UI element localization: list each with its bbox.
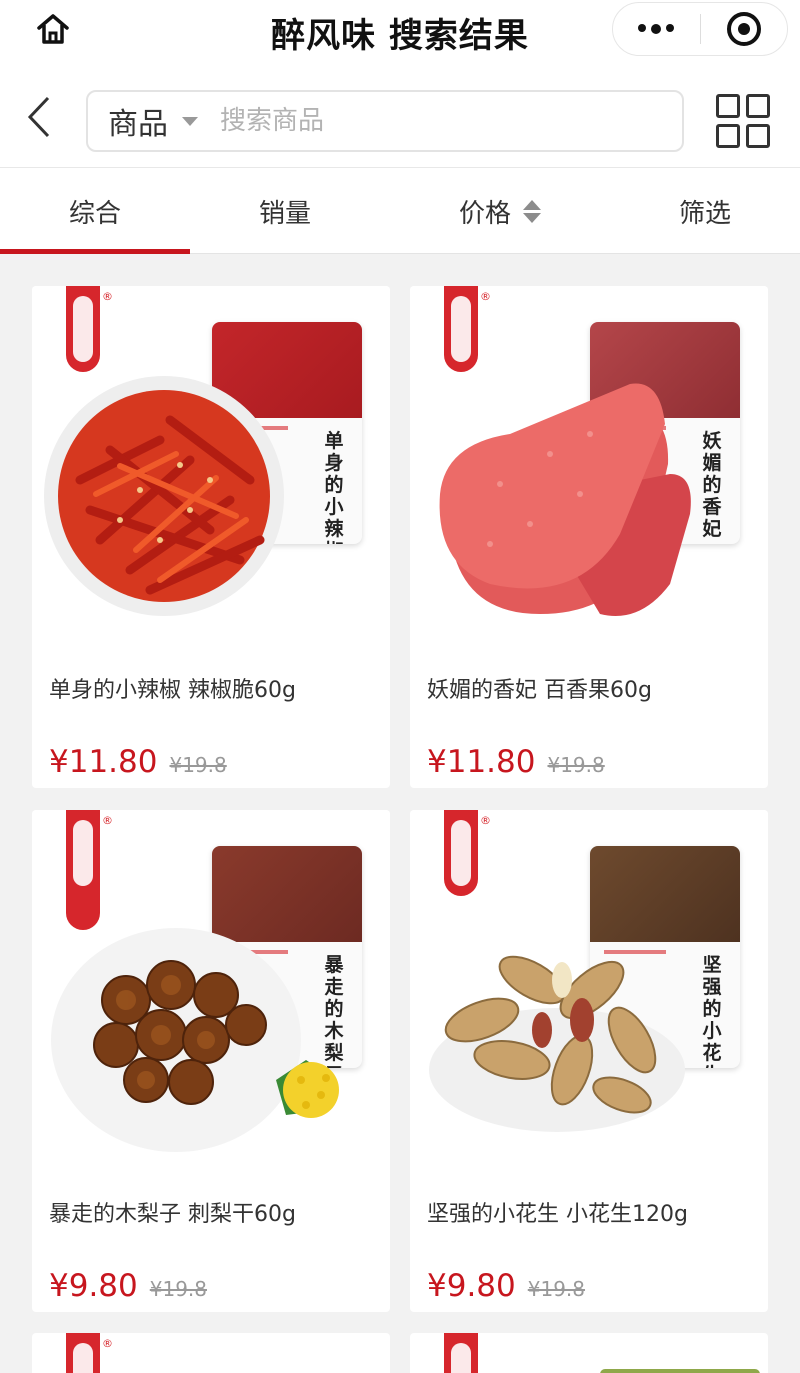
tab-label: 价格 (458, 198, 511, 229)
package-label: 坚强的小花生 (702, 954, 722, 1068)
close-mini-program-button[interactable] (701, 3, 788, 55)
product-card[interactable]: ® 单身的小辣椒 单身的小辣椒 辣椒脆60g (32, 286, 390, 788)
brand-logo (66, 1333, 100, 1373)
tab-label: 筛选 (678, 198, 731, 229)
registered-mark: ® (480, 814, 491, 827)
caret-down-icon[interactable] (182, 116, 198, 126)
product-card[interactable]: ® 妖媚的香妃 妖媚的香妃 百香果60g ¥11.80 ¥19.8 (410, 286, 768, 788)
price-row: ¥9.80 ¥19.8 (49, 1268, 207, 1304)
package-label: 单身的小辣椒 (324, 430, 344, 544)
tab-filter[interactable]: 筛选 (610, 168, 800, 254)
original-price: ¥19.8 (169, 753, 227, 777)
tab-comprehensive[interactable]: 综合 (0, 168, 190, 254)
price-row: ¥11.80 ¥19.8 (427, 744, 605, 780)
dried-fruit-image (439, 383, 691, 616)
product-name[interactable]: 单身的小辣椒 辣椒脆60g (49, 672, 296, 704)
product-price: ¥9.80 (49, 1268, 138, 1304)
original-price: ¥19.8 (149, 1277, 208, 1301)
target-icon (726, 12, 761, 46)
product-image-edge (600, 1369, 760, 1373)
brand-logo (444, 1333, 478, 1373)
mini-program-capsule (612, 2, 788, 56)
product-name[interactable]: 坚强的小花生 小花生120g (427, 1196, 688, 1228)
product-price: ¥11.80 (427, 744, 536, 780)
sort-arrows-icon (523, 199, 541, 223)
grid-cell (746, 124, 770, 148)
registered-mark: ® (102, 290, 113, 303)
registered-mark: ® (102, 1337, 113, 1350)
brand-logo (444, 810, 478, 896)
product-card[interactable] (410, 1333, 768, 1373)
chili-plate-image (44, 376, 284, 616)
peanuts-bowl-image (429, 955, 685, 1132)
product-price: ¥11.80 (49, 744, 158, 780)
sort-tabs: 综合 销量 价格 筛选 (0, 168, 800, 254)
grid-view-button[interactable] (716, 94, 772, 150)
back-arrow-icon[interactable] (22, 94, 58, 140)
tab-price[interactable]: 价格 (400, 168, 600, 254)
product-name[interactable]: 妖媚的香妃 百香果60g (427, 672, 652, 704)
tab-label: 综合 (68, 198, 121, 229)
product-image: ® 妖媚的香妃 (410, 286, 768, 644)
active-tab-indicator (0, 249, 190, 254)
tab-sales[interactable]: 销量 (190, 168, 380, 254)
registered-mark: ® (480, 290, 491, 303)
search-box: 商品 (86, 90, 684, 152)
price-row: ¥9.80 ¥19.8 (427, 1268, 585, 1304)
grid-cell (746, 94, 770, 118)
price-row: ¥11.80 ¥19.8 (49, 744, 227, 780)
product-image: ® 暴走的木梨子 (32, 810, 390, 1168)
dried-fruit-plate-image (51, 928, 339, 1152)
product-card[interactable]: ® 坚强的小花生 坚强的小花生 小花生120g ¥ (410, 810, 768, 1312)
product-name[interactable]: 暴走的木梨子 刺梨干60g (49, 1196, 296, 1228)
more-button[interactable] (613, 3, 700, 55)
more-dots-icon (638, 24, 675, 34)
search-bar: 商品 (0, 64, 800, 168)
product-image: ® 坚强的小花生 (410, 810, 768, 1168)
product-card[interactable]: ® 暴走的木梨子 暴走的木梨子 刺梨干60g ¥9.8 (32, 810, 390, 1312)
product-card[interactable]: ® (32, 1333, 390, 1373)
product-price: ¥9.80 (427, 1268, 516, 1304)
search-input[interactable] (220, 106, 640, 136)
original-price: ¥19.8 (547, 753, 605, 777)
registered-mark: ® (102, 814, 113, 827)
grid-cell (716, 94, 740, 118)
title-bar: 醉风味 搜索结果 (0, 0, 800, 64)
tab-label: 销量 (258, 198, 311, 229)
grid-cell (716, 124, 740, 148)
brand-logo (444, 286, 478, 372)
original-price: ¥19.8 (527, 1277, 586, 1301)
brand-logo (66, 286, 100, 372)
product-image: ® 单身的小辣椒 (32, 286, 390, 644)
search-scope-select[interactable]: 商品 (108, 99, 168, 143)
